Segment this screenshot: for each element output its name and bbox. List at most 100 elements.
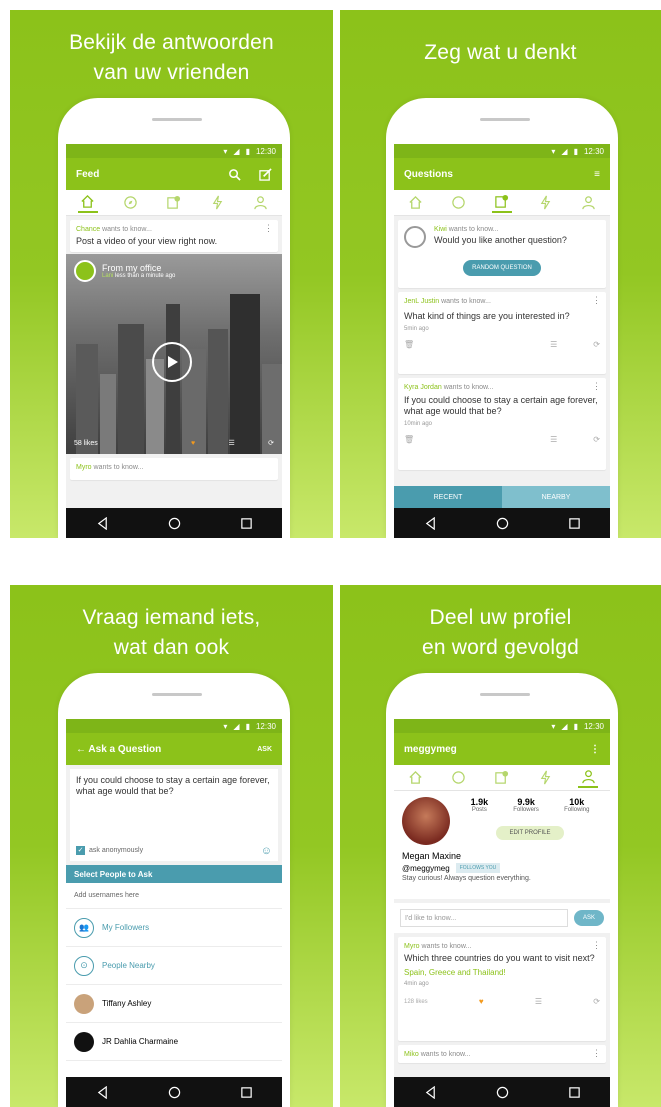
tab-activity[interactable] [535,193,555,213]
post-user[interactable]: Chance [76,226,100,233]
person-row[interactable]: JR Dahlia Charmaine [66,1023,282,1061]
delete-icon[interactable]: 🗑 [404,435,414,444]
username-input[interactable]: Add usernames here [66,883,282,909]
battery-icon: ▮ [573,146,578,156]
tab-explore[interactable] [449,193,469,213]
back-icon[interactable] [96,1085,109,1099]
refresh-icon[interactable]: ⟳ [593,435,600,444]
tab-profile[interactable] [578,768,599,788]
tab-profile[interactable] [250,193,270,213]
tab-questions[interactable] [492,768,512,788]
emoji-icon[interactable]: ☺ [261,845,272,857]
tab-explore[interactable] [449,768,469,788]
search-icon[interactable] [228,168,241,181]
post-user[interactable]: Miko [404,1051,419,1058]
ask-button[interactable]: ASK [573,910,604,926]
tab-recent[interactable]: RECENT [394,486,502,508]
video-player[interactable]: From my office Lani less than a minute a… [66,254,282,454]
lightning-icon [212,195,222,210]
tab-profile[interactable] [578,193,598,213]
list-icon[interactable]: ☰ [550,435,557,444]
compose-icon[interactable] [259,167,272,181]
tab-home[interactable] [406,768,426,788]
stat-followers[interactable]: 9.9k Followers [513,797,539,813]
question-input[interactable]: If you could choose to stay a certain ag… [76,775,272,797]
screen: ▾ ◢ ▮ 12:30 ← Ask a Question ASK If you … [66,719,282,1107]
checkbox[interactable]: ✓ [76,846,85,855]
post-card[interactable]: Myro wants to know... [70,458,278,480]
recents-icon[interactable] [568,1086,581,1099]
tab-nearby[interactable]: NEARBY [502,486,610,508]
more-icon[interactable]: ⋮ [264,224,273,233]
profile-handle: @meggymeg [402,863,450,873]
delete-icon[interactable]: 🗑 [404,340,414,349]
home-button-icon[interactable] [168,1086,181,1099]
video-time: less than a minute ago [115,273,176,279]
edit-profile-button[interactable]: EDIT PROFILE [495,826,565,840]
post-user[interactable]: Kiwi [434,226,447,233]
more-icon[interactable]: ⋮ [592,382,601,391]
question-card[interactable]: Kyra Jordan wants to know... If you coul… [398,378,606,470]
home-button-icon[interactable] [168,517,181,530]
tab-home[interactable] [77,193,98,213]
avatar[interactable] [74,260,96,282]
back-icon[interactable] [424,1085,437,1099]
list-icon[interactable]: ☰ [550,340,557,349]
post-wants: wants to know... [420,1051,471,1058]
tab-questions[interactable] [491,193,512,213]
stat-following[interactable]: 10k Following [564,797,589,813]
refresh-icon[interactable]: ⟳ [593,340,600,349]
random-question-button[interactable]: RANDOM QUESTION [463,260,541,276]
tab-activity[interactable] [207,193,227,213]
list-icon[interactable]: ☰ [229,439,235,447]
tab-activity[interactable] [535,768,555,788]
ask-input[interactable]: I'd like to know... [400,909,568,927]
avatar [74,1031,94,1052]
post-card[interactable]: Chance wants to know... Post a video of … [70,220,278,252]
tab-home[interactable] [406,193,426,213]
tab-questions[interactable] [164,193,184,213]
questions-icon [495,194,509,208]
home-button-icon[interactable] [496,517,509,530]
anonymous-toggle[interactable]: ✓ ask anonymously [76,846,143,855]
question-card[interactable]: Miko wants to know... ⋮ [398,1045,606,1063]
app-bar: ← Ask a Question ASK [66,733,282,765]
back-icon[interactable] [96,516,109,530]
speaker [480,693,530,696]
person-row[interactable]: ⊙ People Nearby [66,947,282,985]
more-icon[interactable]: ⋮ [592,941,601,950]
more-icon[interactable]: ⋮ [592,1049,601,1058]
more-icon[interactable]: ⋮ [592,296,601,305]
question-card[interactable]: JenL Justin wants to know... What kind o… [398,292,606,374]
list-icon[interactable]: ☰ [535,997,542,1006]
refresh-icon[interactable]: ⟳ [268,439,274,447]
location-pin-icon: ⊙ [74,955,94,976]
person-row[interactable]: 👥 My Followers [66,909,282,947]
back-icon[interactable] [424,516,437,530]
person-name: JR Dahlia Charmaine [102,1037,179,1046]
stat-posts[interactable]: 1.9k Posts [471,797,489,813]
post-user[interactable]: Myro [404,943,420,950]
recents-icon[interactable] [240,517,253,530]
signal-icon: ◢ [233,721,240,731]
ask-button[interactable]: ASK [257,746,272,753]
refresh-icon[interactable]: ⟳ [593,997,600,1006]
filter-icon[interactable]: ≡ [594,169,600,180]
heart-icon[interactable]: ♥ [191,440,195,447]
post-user[interactable]: Myro [76,464,92,471]
more-icon[interactable]: ⋮ [590,744,600,755]
recents-icon[interactable] [568,517,581,530]
person-row[interactable]: Tiffany Ashley [66,985,282,1023]
profile-avatar[interactable] [402,797,450,845]
recents-icon[interactable] [240,1086,253,1099]
home-button-icon[interactable] [496,1086,509,1099]
section-header: Select People to Ask [66,865,282,883]
play-button[interactable] [152,342,192,382]
back-arrow-icon[interactable]: ← [76,744,86,755]
heart-icon[interactable]: ♥ [479,997,484,1006]
post-user[interactable]: Kyra Jordan [404,384,442,391]
post-user[interactable]: JenL Justin [404,298,439,305]
video-user[interactable]: Lani [102,273,113,279]
tab-explore[interactable] [121,193,141,213]
question-card[interactable]: Myro wants to know... Which three countr… [398,937,606,1041]
